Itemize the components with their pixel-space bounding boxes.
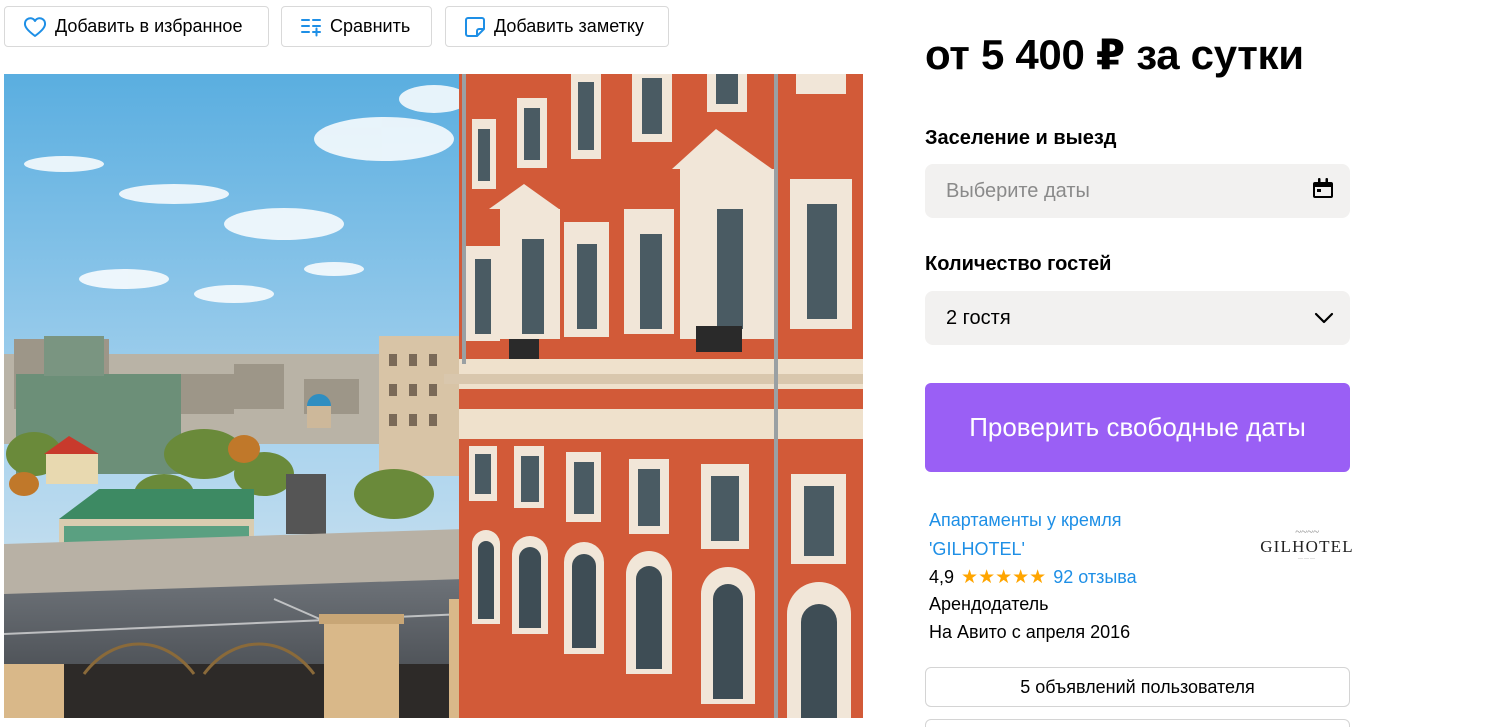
chevron-down-icon <box>1314 307 1334 330</box>
reviews-link[interactable]: 92 отзыва <box>1053 567 1136 588</box>
seller-name-link[interactable]: Апартаменты у кремля 'GILHOTEL' <box>929 506 1189 564</box>
listing-photo[interactable] <box>4 74 863 718</box>
note-icon <box>464 16 486 38</box>
rating-value: 4,9 <box>929 567 955 587</box>
rating-stars-icon: ★★★★★ <box>961 567 1047 588</box>
seller-rating: 4,9 ★★★★★ 92 отзыва <box>929 566 1137 589</box>
secondary-button[interactable] <box>925 719 1350 727</box>
seller-logo[interactable]: ~~~~ GILHOTEL ——— <box>1260 508 1354 582</box>
user-listings-button[interactable]: 5 объявлений пользователя <box>925 667 1350 707</box>
add-note-button[interactable]: Добавить заметку <box>445 6 669 47</box>
compare-button[interactable]: Сравнить <box>281 6 432 47</box>
compare-label: Сравнить <box>330 16 411 36</box>
seller-role: Арендодатель <box>929 594 1049 614</box>
price-per-night: от 5 400 ₽ за сутки <box>925 31 1304 78</box>
add-to-favorites-label: Добавить в избранное <box>55 16 243 36</box>
add-note-label: Добавить заметку <box>494 16 644 36</box>
seller-logo-text: GILHOTEL <box>1260 537 1354 556</box>
dates-picker[interactable]: Выберите даты <box>925 164 1350 218</box>
heart-icon <box>23 16 47 38</box>
calendar-icon <box>1312 177 1334 205</box>
dates-placeholder: Выберите даты <box>946 179 1090 202</box>
dates-label: Заселение и выезд <box>925 127 1117 149</box>
guests-select[interactable]: 2 гостя <box>925 291 1350 345</box>
add-to-favorites-button[interactable]: Добавить в избранное <box>4 6 269 47</box>
check-availability-button[interactable]: Проверить свободные даты <box>925 383 1350 472</box>
compare-icon <box>300 16 322 38</box>
seller-since: На Авито с апреля 2016 <box>929 622 1131 642</box>
guests-value: 2 гостя <box>946 306 1011 329</box>
guests-label: Количество гостей <box>925 253 1112 275</box>
